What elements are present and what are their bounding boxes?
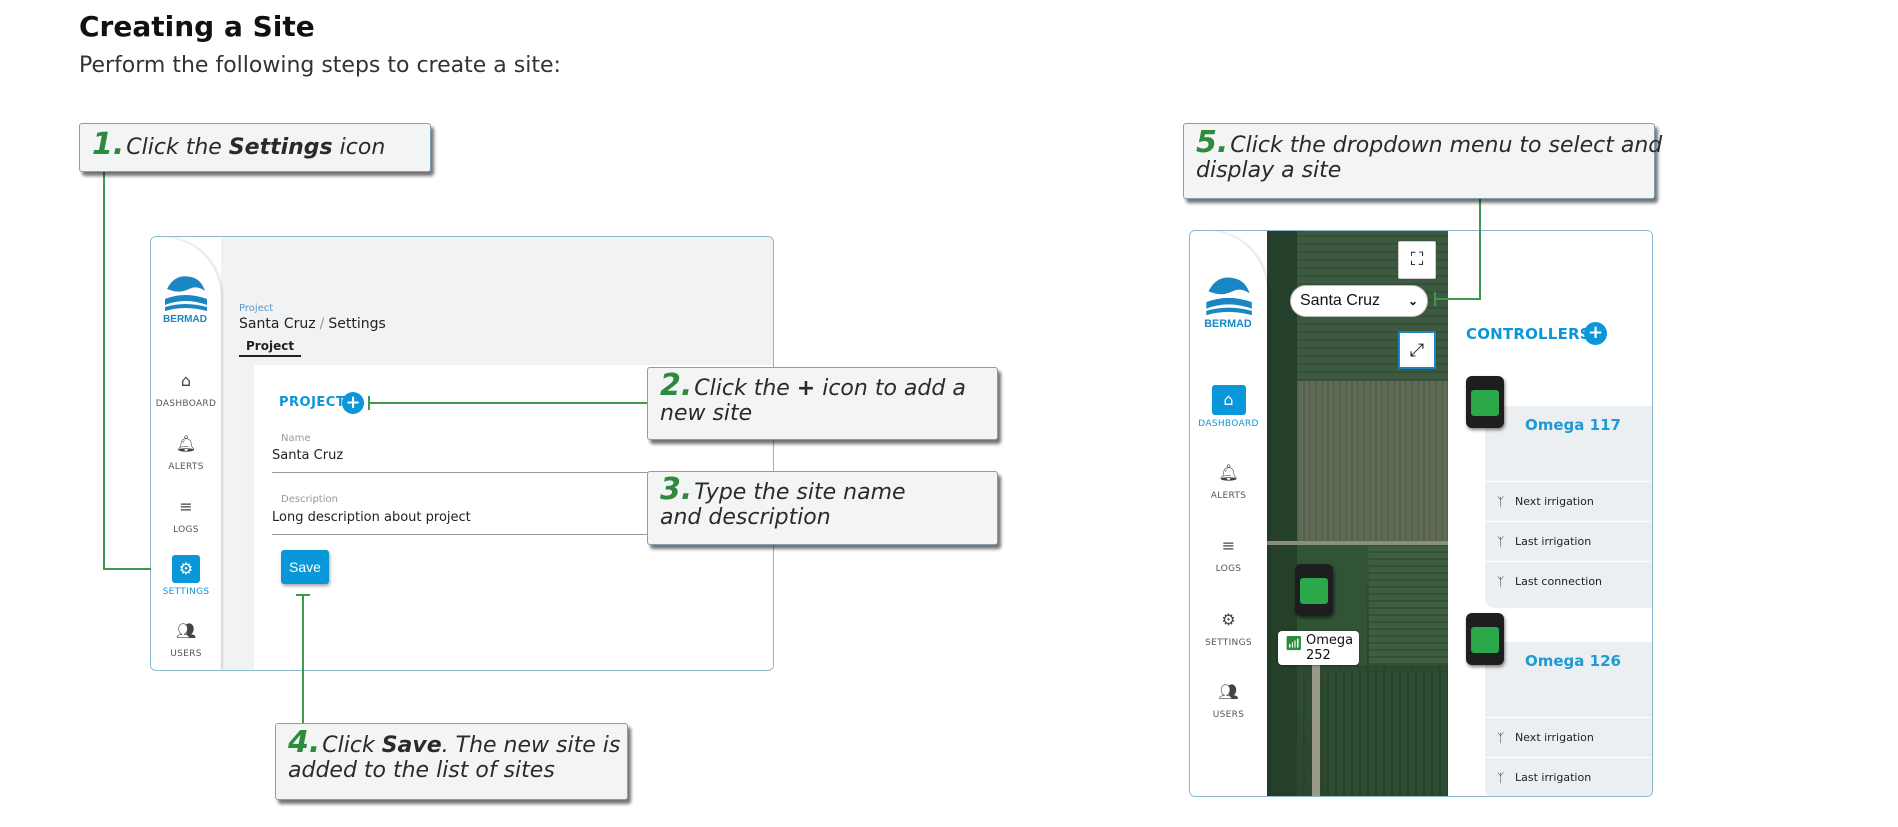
map-device-marker[interactable] [1295,564,1333,616]
home-icon: ⌂ [180,371,192,390]
connector-line [368,402,648,404]
step-4-callout: 4.Click Save. The new site is added to t… [275,723,628,800]
bermad-logo: BERMAD [163,276,207,325]
map-field-patch [1327,671,1448,796]
antenna-icon: ᛉ [1497,731,1505,745]
bell-icon: 🔔︎ [1218,463,1239,482]
breadcrumb-page: Settings [328,316,386,332]
settings-screenshot: BERMAD ⌂ DASHBOARD 🔔︎ ALERTS ≡ LOGS ⚙ SE… [150,236,774,671]
sidebar-item-settings[interactable]: ⚙ SETTINGS [151,555,221,597]
controller-row-last-irrigation: ᛉ Last irrigation [1485,757,1652,796]
site-select-dropdown[interactable]: Santa Cruz ⌄ [1290,285,1428,317]
map-field-patch [1312,665,1320,796]
connector-line [1434,298,1481,300]
controller-row-last-connection: ᛉ Last connection [1485,561,1652,601]
tab-project[interactable]: Project [239,339,302,357]
sidebar-item-logs[interactable]: ≡ LOGS [1190,532,1267,574]
sidebar-item-alerts[interactable]: 🔔︎ ALERTS [1190,459,1267,501]
step-1-callout: 1.Click the Settings icon [79,123,431,172]
controller-row-next-irrigation: ᛉ Next irrigation [1485,481,1652,521]
breadcrumb: Santa Cruz / Settings [239,316,386,332]
breadcrumb-project[interactable]: Santa Cruz [239,316,316,332]
sidebar-nav: BERMAD ⌂ DASHBOARD 🔔︎ ALERTS ≡ LOGS ⚙ SE… [1190,231,1267,796]
sidebar-item-alerts[interactable]: 🔔︎ ALERTS [151,430,221,472]
connector-line [302,594,304,723]
expand-icon: ⤢ [1409,340,1425,361]
sidebar-item-settings[interactable]: ⚙ SETTINGS [1190,606,1267,648]
controllers-title: CONTROLLERS [1466,325,1591,343]
add-site-button[interactable]: + [342,392,364,414]
step-2-callout: 2.Click the + icon to add a new site [647,367,998,440]
controller-name[interactable]: Omega 117 [1525,416,1621,434]
name-field-label: Name [281,433,311,444]
breadcrumb-separator: / [319,316,325,332]
connector-line [1434,292,1436,306]
controller-thumbnail [1466,376,1504,428]
chevron-down-icon: ⌄ [1407,294,1418,308]
connector-line [296,594,310,596]
add-controller-button[interactable]: + [1584,322,1607,345]
users-icon: 👥︎ [175,621,197,640]
bell-icon: 🔔︎ [175,434,197,453]
svg-text:BERMAD: BERMAD [1204,318,1252,330]
connector-line [103,171,105,570]
name-field[interactable]: Santa Cruz [272,448,343,463]
wifi-icon: 📶︎ [1285,636,1303,652]
antenna-icon: ᛉ [1497,771,1505,785]
page-title: Creating a Site [79,10,315,43]
map-field-patch [1297,381,1448,541]
description-field[interactable]: Long description about project [272,510,471,525]
list-icon: ≡ [1221,536,1236,555]
sidebar-item-users[interactable]: 👥︎ USERS [151,617,221,659]
controller-thumbnail [1466,613,1504,665]
sidebar-item-users[interactable]: 👥︎ USERS [1190,678,1267,720]
expand-map-button[interactable]: ⤢ [1398,331,1436,369]
step-3-callout: 3.Type the site name and description [647,471,998,545]
fullscreen-button[interactable]: ⛶ [1398,241,1436,279]
description-field-label: Description [281,494,338,505]
list-icon: ≡ [179,497,193,516]
antenna-icon: ᛉ [1497,535,1505,549]
sidebar-item-dashboard[interactable]: ⌂ DASHBOARD [1190,385,1267,429]
antenna-icon: ᛉ [1497,575,1505,589]
save-button[interactable]: Save [281,550,329,584]
connector-line [1479,198,1481,300]
gear-icon: ⚙ [172,555,200,583]
map-device-label[interactable]: 📶︎ Omega 252 [1278,631,1360,665]
step-5-callout: 5.Click the dropdown menu to select and … [1183,123,1662,199]
fullscreen-icon: ⛶ [1410,249,1424,270]
map-field-patch [1369,545,1448,665]
project-section-title: PROJECT [279,395,346,410]
controller-row-next-irrigation: ᛉ Next irrigation [1485,717,1652,757]
antenna-icon: ᛉ [1497,495,1505,509]
sidebar-nav: BERMAD ⌂ DASHBOARD 🔔︎ ALERTS ≡ LOGS ⚙ SE… [151,237,221,670]
map-field-patch [1267,231,1297,796]
page-subtitle: Perform the following steps to create a … [79,53,561,78]
svg-text:BERMAD: BERMAD [163,314,207,325]
bermad-logo: BERMAD [1204,277,1252,330]
controller-row-last-irrigation: ᛉ Last irrigation [1485,521,1652,561]
connector-line [368,396,370,410]
sidebar-item-logs[interactable]: ≡ LOGS [151,493,221,535]
users-icon: 👥︎ [1218,682,1239,701]
home-icon: ⌂ [1211,385,1246,415]
controller-name[interactable]: Omega 126 [1525,652,1621,670]
breadcrumb-label: Project [239,303,274,314]
dashboard-screenshot: ⛶ ⤢ Santa Cruz ⌄ 📶︎ Omega 252 BERMAD ⌂ D… [1189,230,1653,797]
sidebar-item-dashboard[interactable]: ⌂ DASHBOARD [151,367,221,409]
gear-icon: ⚙ [1221,610,1236,629]
